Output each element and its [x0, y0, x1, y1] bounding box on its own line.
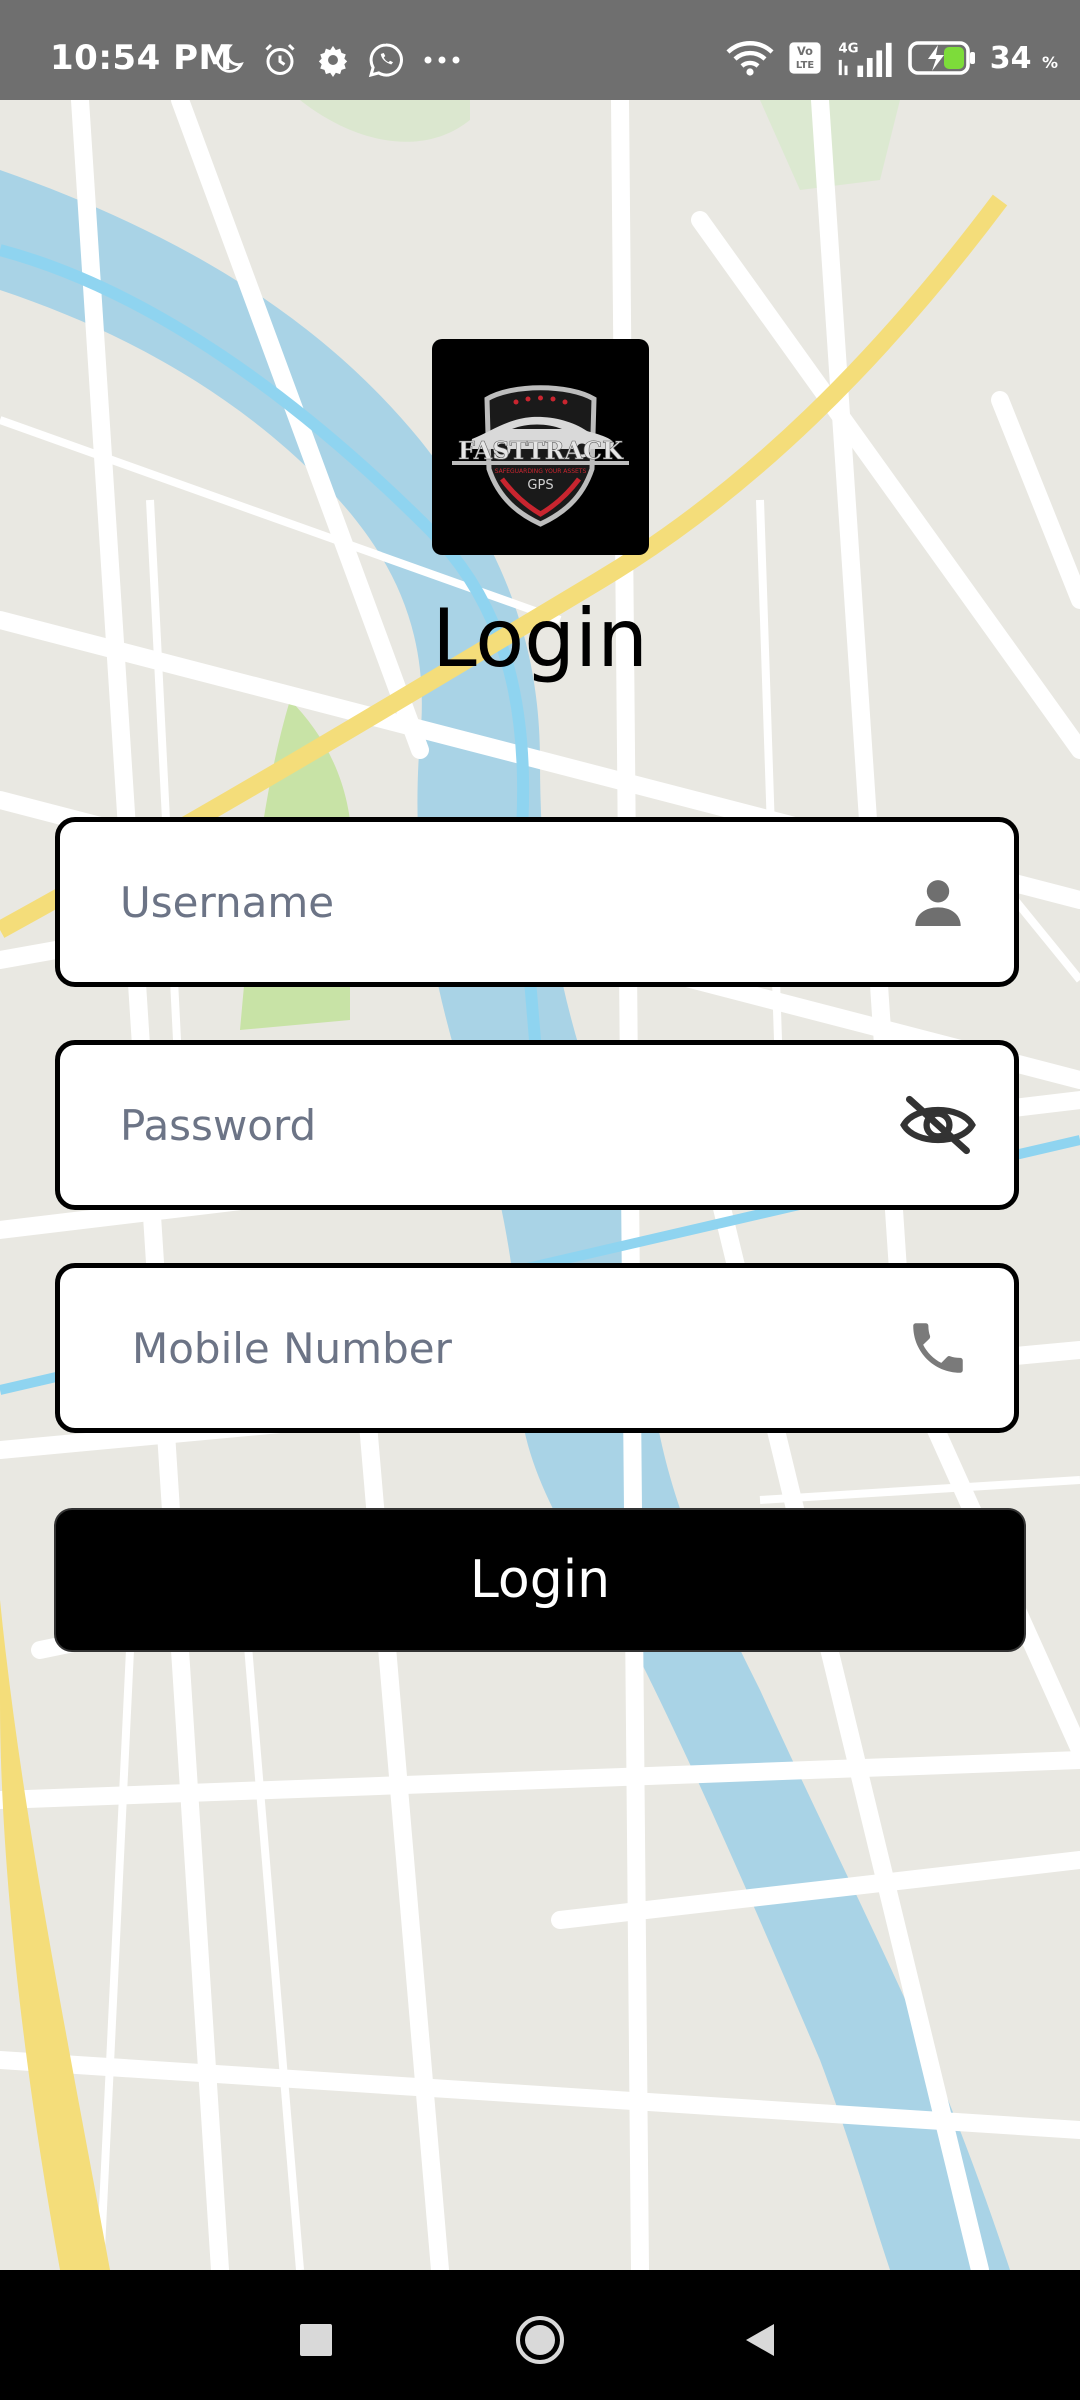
status-icons-left [210, 40, 462, 80]
battery-percent: 34 % [989, 40, 1058, 76]
status-time: 10:54 PM [50, 38, 233, 78]
page-title: Login [432, 592, 648, 685]
moon-icon [215, 44, 244, 73]
username-input[interactable] [60, 822, 880, 982]
status-icons-right: Vo LTE 4G 34 % [726, 38, 1058, 78]
logo-tagline-text: SAFEGUARDING YOUR ASSETS [495, 468, 587, 475]
system-nav-bar [0, 2270, 1080, 2400]
status-bar: 10:54 PM Vo LTE 4G 34 % [0, 0, 1080, 100]
svg-text:Vo: Vo [797, 44, 813, 58]
home-button[interactable] [510, 2310, 570, 2370]
mobile-number-input[interactable] [60, 1268, 880, 1428]
signal-icon: 4G [838, 41, 892, 77]
svg-text:4G: 4G [838, 41, 858, 56]
recents-button[interactable] [286, 2310, 346, 2370]
volte-icon: Vo LTE [789, 42, 821, 74]
whatsapp-icon [368, 43, 403, 78]
logo-sub-text: GPS [527, 478, 553, 493]
settings-gear-icon [318, 45, 348, 77]
svg-text:LTE: LTE [796, 60, 814, 71]
logo-brand-text: FASTTRACK [458, 436, 624, 465]
person-icon [898, 862, 978, 942]
battery-charging-icon [907, 41, 975, 75]
alarm-icon [265, 43, 295, 75]
login-button[interactable]: Login [54, 1508, 1026, 1652]
fasttrack-gps-logo: FASTTRACK SAFEGUARDING YOUR ASSETS GPS [432, 339, 649, 555]
mobile-number-field[interactable] [55, 1263, 1019, 1433]
password-field[interactable] [55, 1040, 1019, 1210]
wifi-icon [726, 41, 774, 76]
back-button[interactable] [730, 2310, 790, 2370]
eye-off-icon[interactable] [898, 1085, 978, 1165]
phone-icon [898, 1308, 978, 1388]
username-field[interactable] [55, 817, 1019, 987]
more-dots-icon [424, 56, 460, 64]
password-input[interactable] [60, 1045, 880, 1205]
